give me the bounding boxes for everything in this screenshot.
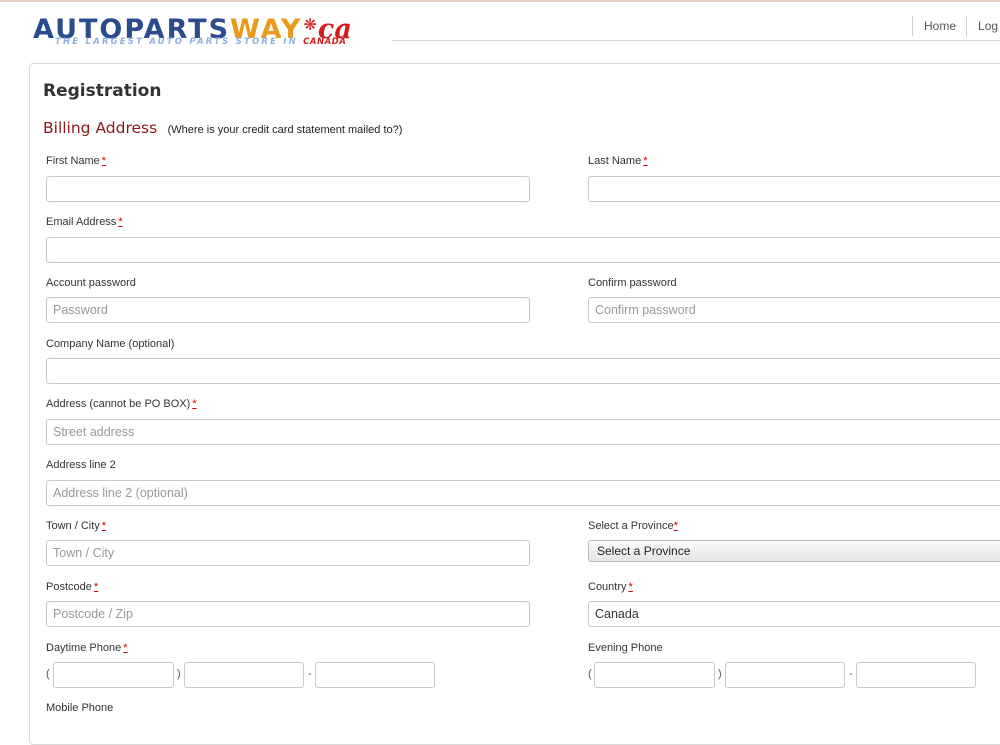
nav-login-link[interactable]: Log In bbox=[966, 16, 1000, 36]
required-mark: * bbox=[192, 398, 197, 410]
city-input[interactable] bbox=[46, 540, 530, 566]
daytime-phone-label: Daytime Phone * bbox=[46, 642, 128, 654]
evening-phone-prefix-input[interactable] bbox=[725, 662, 845, 688]
last-name-input[interactable] bbox=[588, 176, 1000, 202]
confirm-password-input[interactable] bbox=[588, 297, 1000, 323]
province-label: Select a Province* bbox=[588, 520, 678, 532]
phone-dash: - bbox=[308, 668, 312, 680]
country-label-text: Country bbox=[588, 581, 627, 593]
first-name-label-text: First Name bbox=[46, 155, 100, 167]
phone-open-paren: ( bbox=[46, 668, 50, 680]
address1-label-text: Address (cannot be PO BOX) bbox=[46, 398, 191, 410]
required-mark: * bbox=[673, 520, 678, 532]
required-mark: * bbox=[118, 216, 123, 228]
province-label-text: Select a Province bbox=[588, 520, 674, 532]
first-name-label: First Name * bbox=[46, 155, 106, 167]
last-name-label-text: Last Name bbox=[588, 155, 642, 167]
required-mark: * bbox=[123, 642, 128, 654]
daytime-phone-label-text: Daytime Phone bbox=[46, 642, 122, 654]
company-label: Company Name (optional) bbox=[46, 338, 175, 350]
address1-input[interactable] bbox=[46, 419, 1000, 445]
logo-tagline: THE LARGEST AUTO PARTS STORE IN CANADA bbox=[55, 37, 346, 47]
phone-close-paren: ) bbox=[177, 668, 181, 680]
nav-home-link[interactable]: Home bbox=[912, 16, 966, 36]
password-input[interactable] bbox=[46, 297, 530, 323]
top-nav: Home Log In bbox=[912, 16, 1000, 36]
address2-input[interactable] bbox=[46, 480, 1000, 506]
page-title: Registration bbox=[43, 81, 162, 101]
tagline-country: CANADA bbox=[303, 37, 347, 47]
phone-dash: - bbox=[849, 668, 853, 680]
country-input[interactable] bbox=[588, 601, 1000, 627]
section-note: (Where is your credit card statement mai… bbox=[167, 124, 403, 136]
tagline-text: THE LARGEST AUTO PARTS STORE IN bbox=[55, 37, 298, 47]
required-mark: * bbox=[628, 581, 633, 593]
first-name-input[interactable] bbox=[46, 176, 530, 202]
company-input[interactable] bbox=[46, 358, 1000, 384]
evening-phone-line-input[interactable] bbox=[856, 662, 976, 688]
required-mark: * bbox=[93, 581, 99, 593]
postcode-label-text: Postcode bbox=[46, 581, 92, 593]
email-label-text: Email Address bbox=[46, 216, 117, 228]
required-mark: * bbox=[101, 155, 107, 167]
phone-close-paren: ) bbox=[718, 668, 722, 680]
address2-label: Address line 2 bbox=[46, 459, 116, 471]
postcode-label: Postcode * bbox=[46, 581, 98, 593]
email-input[interactable] bbox=[46, 237, 1000, 263]
section-title: Billing Address bbox=[43, 119, 158, 137]
password-label: Account password bbox=[46, 277, 136, 289]
mobile-phone-label: Mobile Phone bbox=[46, 702, 114, 714]
phone-open-paren: ( bbox=[588, 668, 592, 680]
postcode-input[interactable] bbox=[46, 601, 530, 627]
evening-phone-label: Evening Phone bbox=[588, 642, 663, 654]
billing-section-header: Billing Address (Where is your credit ca… bbox=[43, 119, 402, 138]
header-divider bbox=[392, 40, 1000, 41]
email-label: Email Address * bbox=[46, 216, 123, 228]
country-label: Country * bbox=[588, 581, 633, 593]
maple-leaf-icon: ❋ bbox=[303, 15, 317, 34]
top-border bbox=[0, 0, 1000, 2]
site-logo[interactable]: AUTOPARTSWAY❋ca THE LARGEST AUTO PARTS S… bbox=[33, 10, 373, 50]
city-label: Town / City * bbox=[46, 520, 106, 532]
province-select[interactable]: Select a Province bbox=[588, 540, 1000, 562]
daytime-phone-prefix-input[interactable] bbox=[184, 662, 304, 688]
address1-label: Address (cannot be PO BOX) * bbox=[46, 398, 197, 410]
confirm-password-label: Confirm password bbox=[588, 277, 677, 289]
required-mark: * bbox=[101, 520, 107, 532]
daytime-phone-area-input[interactable] bbox=[53, 662, 174, 688]
province-selected-value: Select a Province bbox=[597, 544, 691, 558]
evening-phone-area-input[interactable] bbox=[594, 662, 715, 688]
required-mark: * bbox=[643, 155, 648, 167]
city-label-text: Town / City bbox=[46, 520, 100, 532]
daytime-phone-line-input[interactable] bbox=[315, 662, 435, 688]
last-name-label: Last Name * bbox=[588, 155, 647, 167]
